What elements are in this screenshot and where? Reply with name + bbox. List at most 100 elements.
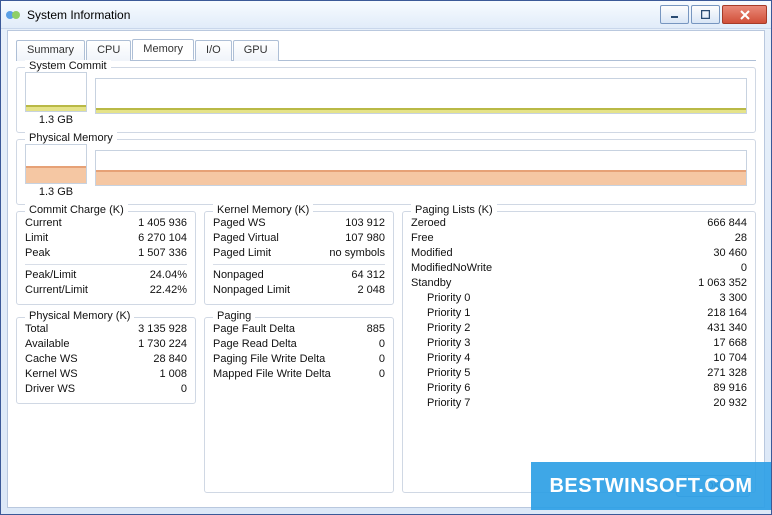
stat-row: Available1 730 224 — [25, 337, 187, 352]
tab-bar: SummaryCPUMemoryI/OGPU — [16, 39, 756, 61]
stat-row: Current/Limit22.42% — [25, 283, 187, 298]
stat-row: Paged WS 103 912 — [213, 216, 385, 231]
title-bar[interactable]: System Information — [1, 1, 771, 29]
stat-label: Priority 0 — [411, 291, 470, 306]
stat-value: 0 — [741, 261, 747, 276]
window-controls — [658, 5, 767, 24]
stat-label: Driver WS — [25, 382, 75, 397]
stat-row: Total 3 135 928 — [25, 322, 187, 337]
physical-memory-strip-graph — [95, 150, 747, 186]
stat-value: 3 135 928 — [138, 322, 187, 337]
paging-lists-legend: Paging Lists (K) — [411, 204, 497, 216]
stat-row: Driver WS0 — [25, 382, 187, 397]
stat-value: 2 048 — [357, 283, 385, 298]
watermark: BESTWINSOFT.COM — [531, 462, 771, 510]
stat-row: Standby1 063 352 — [411, 276, 747, 291]
stat-label: Paged Virtual — [213, 231, 279, 246]
stat-value: 103 912 — [345, 216, 385, 231]
stat-row: Cache WS28 840 — [25, 352, 187, 367]
physical-memory-value: 1.3 GB — [39, 186, 73, 198]
physical-memory-legend: Physical Memory — [25, 132, 117, 144]
stat-row: Paged Virtual 107 980 — [213, 231, 385, 246]
tab-summary[interactable]: Summary — [16, 40, 85, 61]
stat-label: Page Read Delta — [213, 337, 297, 352]
stat-label: Priority 5 — [411, 366, 470, 381]
kernel-memory-legend: Kernel Memory (K) — [213, 204, 313, 216]
stat-label: Paged WS — [213, 216, 266, 231]
maximize-button[interactable] — [691, 5, 720, 24]
stat-label: Standby — [411, 276, 451, 291]
stat-value: 0 — [379, 352, 385, 367]
stat-value: 28 — [735, 231, 747, 246]
kernel-memory-group: Kernel Memory (K) Paged WS103 912Paged V… — [204, 211, 394, 305]
stat-row: Priority 410 704 — [411, 351, 747, 366]
stat-row: Mapped File Write Delta0 — [213, 367, 385, 382]
stat-label: Zeroed — [411, 216, 446, 231]
stat-value: 1 405 936 — [138, 216, 187, 231]
stat-row: Nonpaged Limit 2 048 — [213, 283, 385, 298]
stat-value: 3 300 — [719, 291, 747, 306]
stat-value: no symbols — [329, 246, 385, 261]
stat-label: Kernel WS — [25, 367, 78, 382]
stat-label: Modified — [411, 246, 453, 261]
physical-memory-mini-graph — [25, 144, 87, 184]
stat-row: Paged Limit no symbols — [213, 246, 385, 261]
stat-label: Nonpaged Limit — [213, 283, 290, 298]
stat-label: Limit — [25, 231, 48, 246]
tab-i-o[interactable]: I/O — [195, 40, 232, 61]
stat-value: 218 164 — [707, 306, 747, 321]
stat-row: Kernel WS 1 008 — [25, 367, 187, 382]
stat-row: Priority 5 271 328 — [411, 366, 747, 381]
stat-value: 885 — [367, 322, 385, 337]
stat-label: Total — [25, 322, 48, 337]
stat-value: 30 460 — [713, 246, 747, 261]
stat-row: Priority 0 3 300 — [411, 291, 747, 306]
physical-memory-group: Physical Memory 1.3 GB — [16, 139, 756, 205]
stat-value: 1 507 336 — [138, 246, 187, 261]
stat-row: Priority 2431 340 — [411, 321, 747, 336]
stat-row: Page Read Delta 0 — [213, 337, 385, 352]
stat-value: 89 916 — [713, 381, 747, 396]
paging-lists-group: Paging Lists (K) Zeroed666 844Free28Modi… — [402, 211, 756, 493]
stat-label: Paged Limit — [213, 246, 271, 261]
stat-label: ModifiedNoWrite — [411, 261, 492, 276]
stat-label: Nonpaged — [213, 268, 264, 283]
system-commit-mini-graph — [25, 72, 87, 112]
system-commit-value: 1.3 GB — [39, 114, 73, 126]
app-icon — [5, 7, 21, 23]
stat-row: Modified 30 460 — [411, 246, 747, 261]
stat-row: Page Fault Delta 885 — [213, 322, 385, 337]
stat-label: Current — [25, 216, 62, 231]
stat-label: Priority 1 — [411, 306, 470, 321]
close-button[interactable] — [722, 5, 767, 24]
window-title: System Information — [27, 8, 658, 22]
stat-label: Peak/Limit — [25, 268, 76, 283]
tab-memory[interactable]: Memory — [132, 39, 194, 60]
stat-label: Priority 6 — [411, 381, 470, 396]
stat-label: Available — [25, 337, 69, 352]
stat-row: Priority 317 668 — [411, 336, 747, 351]
stat-value: 0 — [379, 337, 385, 352]
tab-gpu[interactable]: GPU — [233, 40, 279, 61]
stat-label: Priority 7 — [411, 396, 470, 411]
stat-row: Peak1 507 336 — [25, 246, 187, 261]
stat-label: Mapped File Write Delta — [213, 367, 331, 382]
stat-value: 1 008 — [159, 367, 187, 382]
stat-row: Priority 1 218 164 — [411, 306, 747, 321]
stat-label: Page Fault Delta — [213, 322, 295, 337]
stat-value: 107 980 — [345, 231, 385, 246]
physical-memory-detail-group: Physical Memory (K) Total3 135 928Availa… — [16, 317, 196, 404]
stat-value: 20 932 — [713, 396, 747, 411]
system-commit-strip-graph — [95, 78, 747, 114]
stat-value: 17 668 — [713, 336, 747, 351]
stat-value: 24.04% — [150, 268, 187, 283]
stat-row: ModifiedNoWrite 0 — [411, 261, 747, 276]
memory-tab-content: System Commit 1.3 GB Physical Memory — [16, 67, 756, 499]
stat-row: Paging File Write Delta 0 — [213, 352, 385, 367]
stat-value: 271 328 — [707, 366, 747, 381]
stat-label: Paging File Write Delta — [213, 352, 325, 367]
stat-value: 28 840 — [153, 352, 187, 367]
tab-cpu[interactable]: CPU — [86, 40, 131, 61]
stat-value: 10 704 — [713, 351, 747, 366]
minimize-button[interactable] — [660, 5, 689, 24]
